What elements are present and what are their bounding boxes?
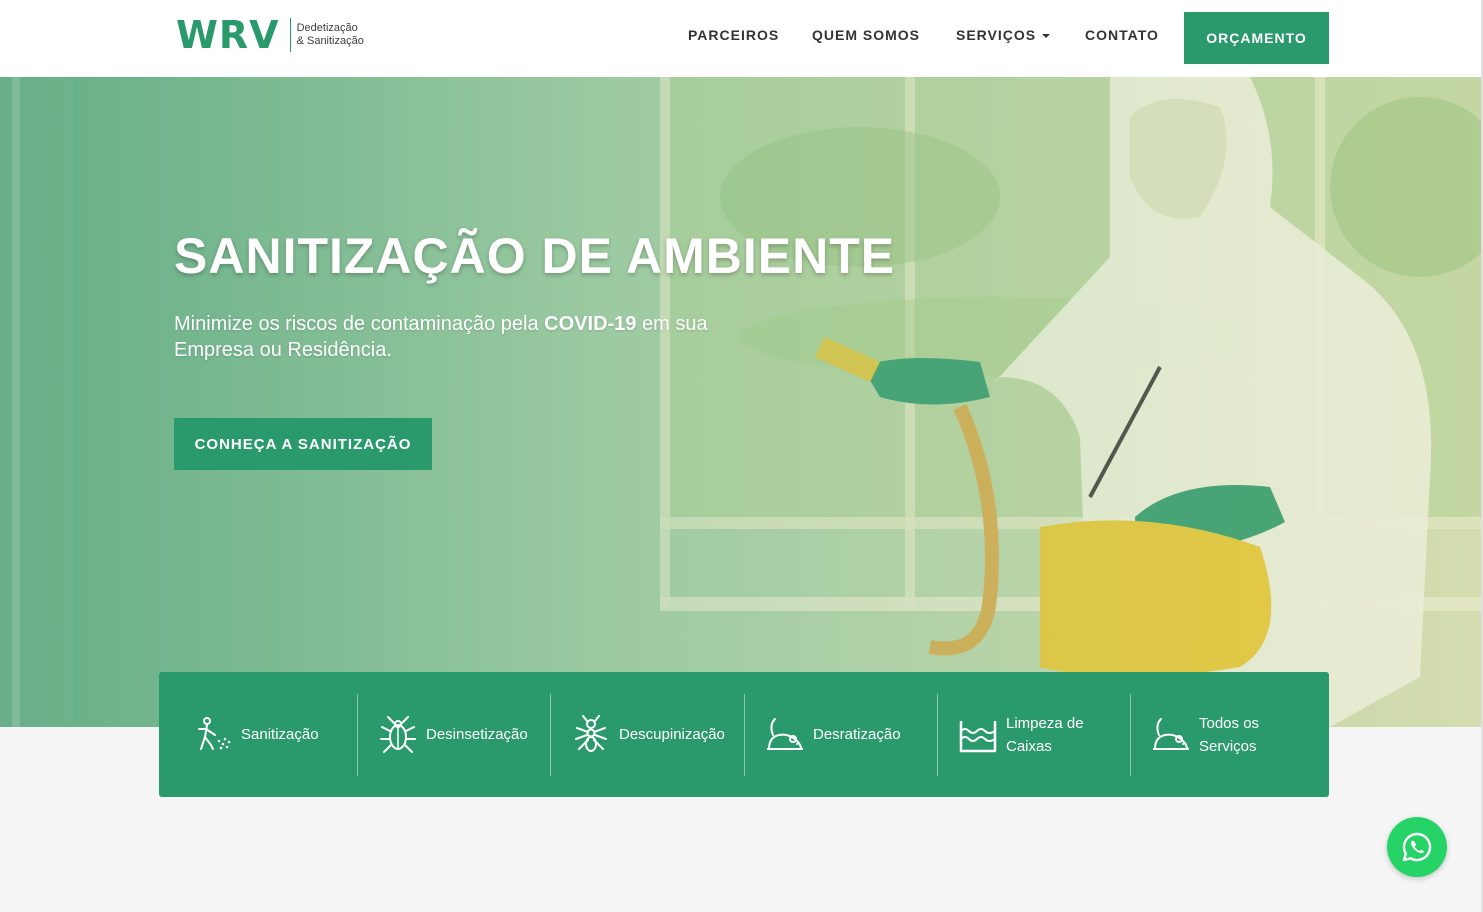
service-label: Desinsetização	[426, 726, 528, 743]
site-header: WRV Dedetização & Sanitização PARCEIROS …	[0, 0, 1483, 77]
service-label: Todos os Serviços	[1199, 714, 1260, 755]
logo-divider	[289, 18, 291, 52]
hero-subtitle: Minimize os riscos de contaminação pela …	[174, 311, 754, 363]
service-desinsetizacao[interactable]: Desinsetização	[357, 693, 550, 776]
caret-down-icon	[1042, 34, 1051, 39]
hero-background-image	[0, 77, 1483, 727]
services-bar: Sanitização Desinsetização Descupinizaçã…	[159, 672, 1329, 797]
nav-contato[interactable]: CONTATO	[1085, 27, 1159, 43]
service-limpeza-caixas[interactable]: Limpeza de Caixas	[937, 693, 1130, 776]
hero-subtitle-part1: Minimize os riscos de contaminação pela	[174, 313, 545, 335]
hero-banner: SANITIZAÇÃO DE AMBIENTE Minimize os risc…	[0, 77, 1483, 727]
service-label: Sanitização	[241, 726, 319, 743]
service-descupinizacao[interactable]: Descupinização	[550, 693, 744, 776]
nav-servicos[interactable]: SERVIÇOS	[956, 27, 1051, 43]
sanitizer-person-icon	[198, 716, 231, 750]
nav-parceiros[interactable]: PARCEIROS	[688, 27, 779, 43]
rat-icon	[1153, 717, 1189, 750]
service-desratizacao[interactable]: Desratização	[744, 693, 937, 776]
nav-servicos-label: SERVIÇOS	[956, 27, 1037, 43]
service-sanitizacao[interactable]: Sanitização	[159, 694, 357, 776]
hero-subtitle-highlight: COVID-19	[544, 313, 637, 335]
hero-title: SANITIZAÇÃO DE AMBIENTE	[174, 228, 896, 284]
site-logo[interactable]: WRV Dedetização & Sanitização	[176, 15, 364, 55]
logo-tagline: Dedetização & Sanitização	[297, 22, 364, 48]
cockroach-icon	[380, 715, 416, 753]
service-label: Descupinização	[619, 726, 725, 743]
conheca-sanitizacao-button[interactable]: CONHEÇA A SANITIZAÇÃO	[174, 418, 432, 470]
logo-tagline-line1: Dedetização	[296, 22, 358, 34]
page: WRV Dedetização & Sanitização PARCEIROS …	[0, 0, 1483, 912]
termite-icon	[575, 714, 607, 752]
orcamento-button[interactable]: ORÇAMENTO	[1184, 12, 1329, 64]
service-label: Limpeza de Caixas	[1006, 714, 1084, 755]
logo-mark: WRV	[176, 13, 280, 57]
service-label: Desratização	[813, 726, 901, 743]
service-todos[interactable]: Todos os Serviços	[1130, 693, 1329, 776]
whatsapp-icon	[1402, 832, 1432, 862]
rat-icon	[767, 717, 803, 750]
nav-quem-somos[interactable]: QUEM SOMOS	[812, 27, 920, 43]
whatsapp-button[interactable]	[1387, 817, 1447, 877]
logo-tagline-line2: & Sanitização	[296, 35, 364, 47]
water-tank-icon	[959, 720, 997, 752]
